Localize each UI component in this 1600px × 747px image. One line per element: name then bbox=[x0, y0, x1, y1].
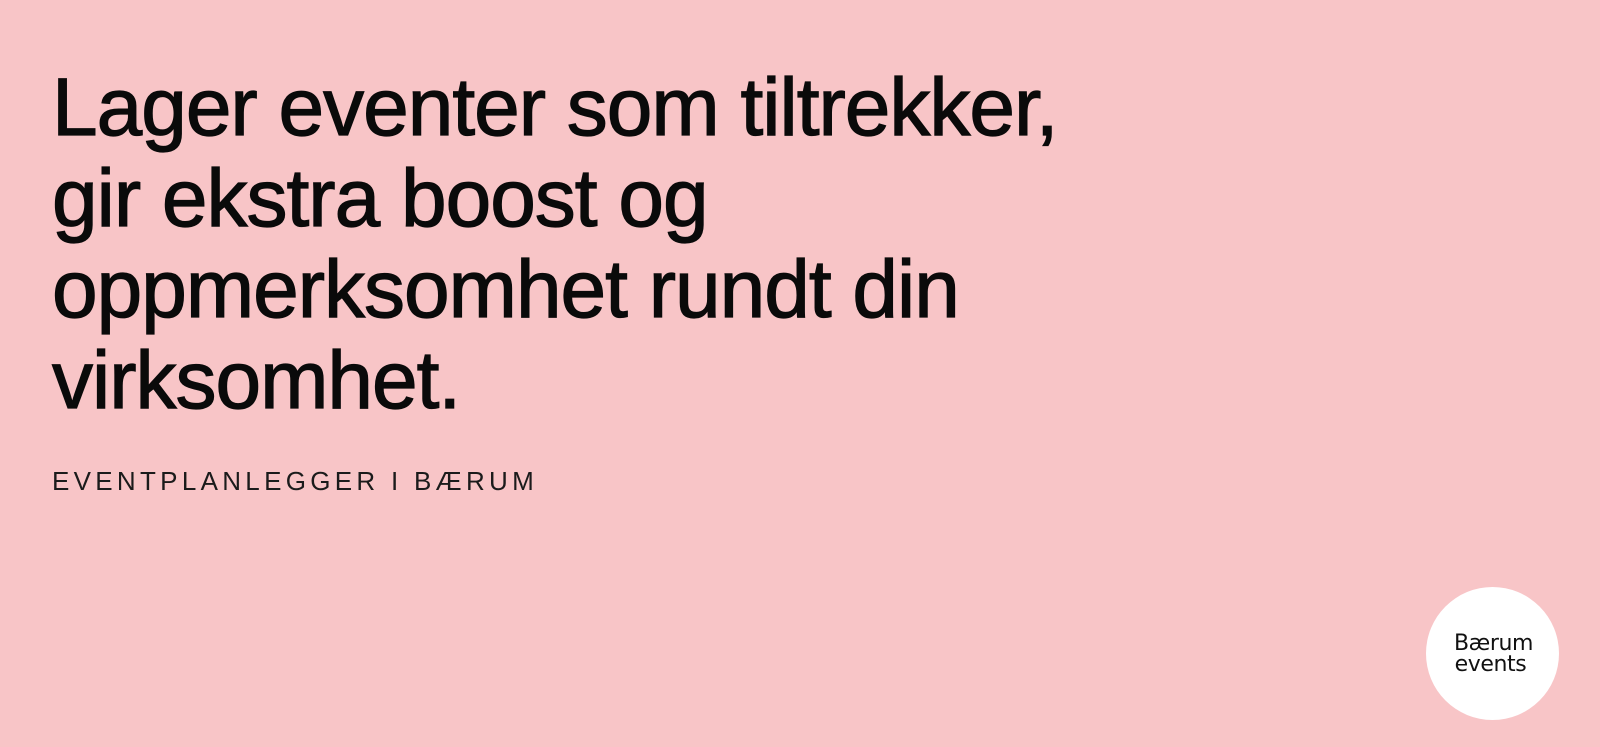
headline-line-4: virksomhet. bbox=[51, 334, 461, 426]
headline-line-3: oppmerksomhet rundt din bbox=[51, 243, 960, 335]
hero-subtitle: EVENTPLANLEGGER I BÆRUM bbox=[52, 466, 539, 496]
headline-line-1: Lager eventer som tiltrekker, bbox=[51, 61, 1059, 153]
hero-headline: Lager eventer som tiltrekker, gir ekstra… bbox=[51, 61, 1312, 426]
logo-text-events: events bbox=[1454, 651, 1527, 677]
hero-section: Lager eventer som tiltrekker, gir ekstra… bbox=[51, 61, 1312, 497]
logo-text-baerum: Bærum bbox=[1453, 630, 1534, 656]
headline-line-2: gir ekstra boost og bbox=[51, 152, 709, 244]
baerum-events-logo[interactable]: Bærum events bbox=[1426, 587, 1559, 720]
